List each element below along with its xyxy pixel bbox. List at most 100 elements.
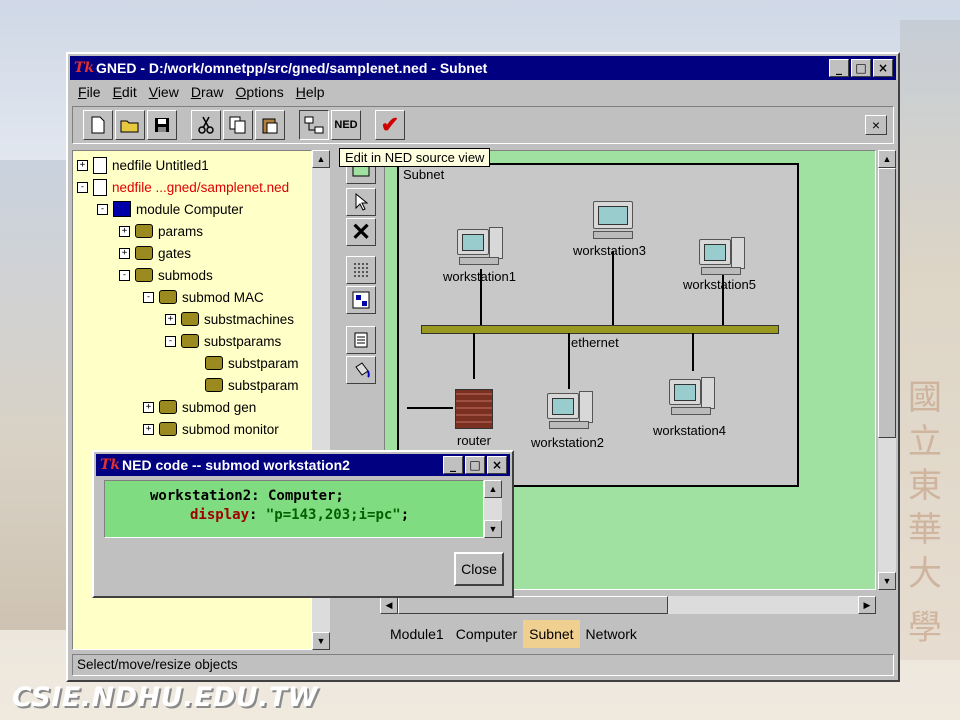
- gear-icon: [159, 290, 177, 304]
- connection-line[interactable]: [407, 407, 453, 409]
- scroll-up-icon[interactable]: ▲: [878, 150, 896, 168]
- scroll-down-icon[interactable]: ▼: [484, 520, 502, 538]
- maximize-button[interactable]: □: [465, 456, 485, 474]
- compound-module-label: Subnet: [403, 167, 445, 182]
- fill-color-button[interactable]: [346, 356, 376, 384]
- graphics-view-button[interactable]: [299, 110, 329, 140]
- collapse-icon[interactable]: -: [97, 203, 108, 215]
- tree-item[interactable]: + substmachines: [165, 309, 294, 329]
- tree-item[interactable]: substparam: [189, 353, 299, 373]
- workstation1-node[interactable]: [457, 227, 503, 269]
- scrollbar-thumb[interactable]: [398, 596, 668, 614]
- tree-item[interactable]: + submod gen: [143, 397, 256, 417]
- code-scrollbar[interactable]: ▲ ▼: [484, 480, 502, 538]
- paste-button[interactable]: [255, 110, 285, 140]
- tree-item[interactable]: + submod monitor: [143, 419, 279, 439]
- connection-line[interactable]: [692, 333, 694, 371]
- maximize-button[interactable]: □: [851, 59, 871, 77]
- tree-item[interactable]: - module Computer: [97, 199, 243, 219]
- expand-icon[interactable]: +: [143, 401, 154, 413]
- tree-item-label: submods: [158, 267, 213, 283]
- menu-file[interactable]: File: [74, 82, 109, 102]
- gear-icon: [135, 268, 153, 282]
- expand-icon[interactable]: +: [143, 423, 154, 435]
- gear-icon: [205, 378, 223, 392]
- minimize-button[interactable]: _: [443, 456, 463, 474]
- main-titlebar[interactable]: Tk GNED - D:/work/omnetpp/src/gned/sampl…: [70, 56, 896, 80]
- close-window-button[interactable]: ×: [873, 59, 893, 77]
- tab-module1[interactable]: Module1: [384, 620, 450, 648]
- tree-item[interactable]: - submods: [119, 265, 213, 285]
- tree-item-label: submod monitor: [182, 421, 279, 437]
- close-button[interactable]: Close: [454, 552, 504, 586]
- tree-item[interactable]: + gates: [119, 243, 191, 263]
- tab-computer[interactable]: Computer: [450, 620, 523, 648]
- tree-item[interactable]: - submod MAC: [143, 287, 264, 307]
- expand-icon[interactable]: +: [119, 247, 130, 259]
- menu-options[interactable]: Options: [232, 82, 292, 102]
- workstation2-node[interactable]: [547, 391, 593, 433]
- scroll-up-icon[interactable]: ▲: [312, 150, 330, 168]
- tree-item[interactable]: + params: [119, 221, 203, 241]
- grid-icon: [354, 263, 368, 277]
- collapse-icon[interactable]: -: [119, 269, 130, 281]
- tooltip: Edit in NED source view: [339, 148, 491, 167]
- close-tab-icon[interactable]: ×: [865, 115, 887, 135]
- scroll-right-icon[interactable]: ▶: [858, 596, 876, 614]
- menu-draw[interactable]: Draw: [187, 82, 232, 102]
- scroll-left-icon[interactable]: ◀: [380, 596, 398, 614]
- workstation3-node[interactable]: [591, 199, 637, 241]
- tree-item-label: params: [158, 223, 204, 239]
- router-node[interactable]: [455, 389, 493, 429]
- menu-help[interactable]: Help: [292, 82, 333, 102]
- new-file-icon: [91, 116, 105, 134]
- scroll-down-icon[interactable]: ▼: [312, 632, 330, 650]
- expand-icon[interactable]: +: [77, 159, 88, 171]
- close-window-button[interactable]: ×: [487, 456, 507, 474]
- tab-subnet[interactable]: Subnet: [523, 620, 580, 648]
- tree-item[interactable]: - nedfile ...gned/samplenet.ned: [77, 177, 289, 197]
- scrollbar-thumb[interactable]: [878, 168, 896, 438]
- tree-item[interactable]: - substparams: [165, 331, 281, 351]
- ned-code-editor[interactable]: workstation2: Computer; display: "p=143,…: [104, 480, 484, 538]
- canvas-vertical-scrollbar[interactable]: ▲ ▼: [878, 150, 896, 590]
- check-icon[interactable]: ✔: [375, 110, 405, 140]
- scroll-down-icon[interactable]: ▼: [878, 572, 896, 590]
- expand-icon[interactable]: +: [119, 225, 130, 237]
- open-file-button[interactable]: [115, 110, 145, 140]
- save-disk-icon: [155, 118, 169, 132]
- expand-icon[interactable]: +: [165, 313, 176, 325]
- module-tabs: Module1 Computer Subnet Network: [384, 620, 643, 648]
- workstation5-node[interactable]: [699, 237, 745, 279]
- ned-code-window: Tk NED code -- submod workstation2 _ □ ×…: [92, 450, 514, 598]
- gear-icon: [135, 224, 153, 238]
- connection-line[interactable]: [568, 333, 570, 389]
- new-file-button[interactable]: [83, 110, 113, 140]
- menu-view[interactable]: View: [145, 82, 187, 102]
- canvas-horizontal-scrollbar[interactable]: ◀ ▶: [380, 596, 876, 614]
- tab-network[interactable]: Network: [580, 620, 643, 648]
- submodule-tool-button[interactable]: [346, 286, 376, 314]
- cut-button[interactable]: [191, 110, 221, 140]
- scroll-up-icon[interactable]: ▲: [484, 480, 502, 498]
- ned-source-view-button[interactable]: NED: [331, 110, 361, 140]
- workstation4-node[interactable]: [669, 377, 715, 419]
- submodule-icon: [352, 291, 370, 309]
- delete-tool-icon[interactable]: ✕: [346, 218, 376, 246]
- popup-titlebar[interactable]: Tk NED code -- submod workstation2 _ □ ×: [96, 454, 510, 476]
- connection-line[interactable]: [473, 333, 475, 379]
- gear-icon: [159, 400, 177, 414]
- properties-button[interactable]: [346, 326, 376, 354]
- minimize-button[interactable]: _: [829, 59, 849, 77]
- tree-item[interactable]: + nedfile Untitled1: [77, 155, 209, 175]
- collapse-icon[interactable]: -: [165, 335, 176, 347]
- tree-item[interactable]: substparam: [189, 375, 299, 395]
- collapse-icon[interactable]: -: [143, 291, 154, 303]
- copy-button[interactable]: [223, 110, 253, 140]
- connection-line[interactable]: [612, 251, 614, 325]
- menu-edit[interactable]: Edit: [109, 82, 145, 102]
- collapse-icon[interactable]: -: [77, 181, 88, 193]
- save-file-button[interactable]: [147, 110, 177, 140]
- grid-tool-button[interactable]: [346, 256, 376, 284]
- select-tool-button[interactable]: [346, 188, 376, 216]
